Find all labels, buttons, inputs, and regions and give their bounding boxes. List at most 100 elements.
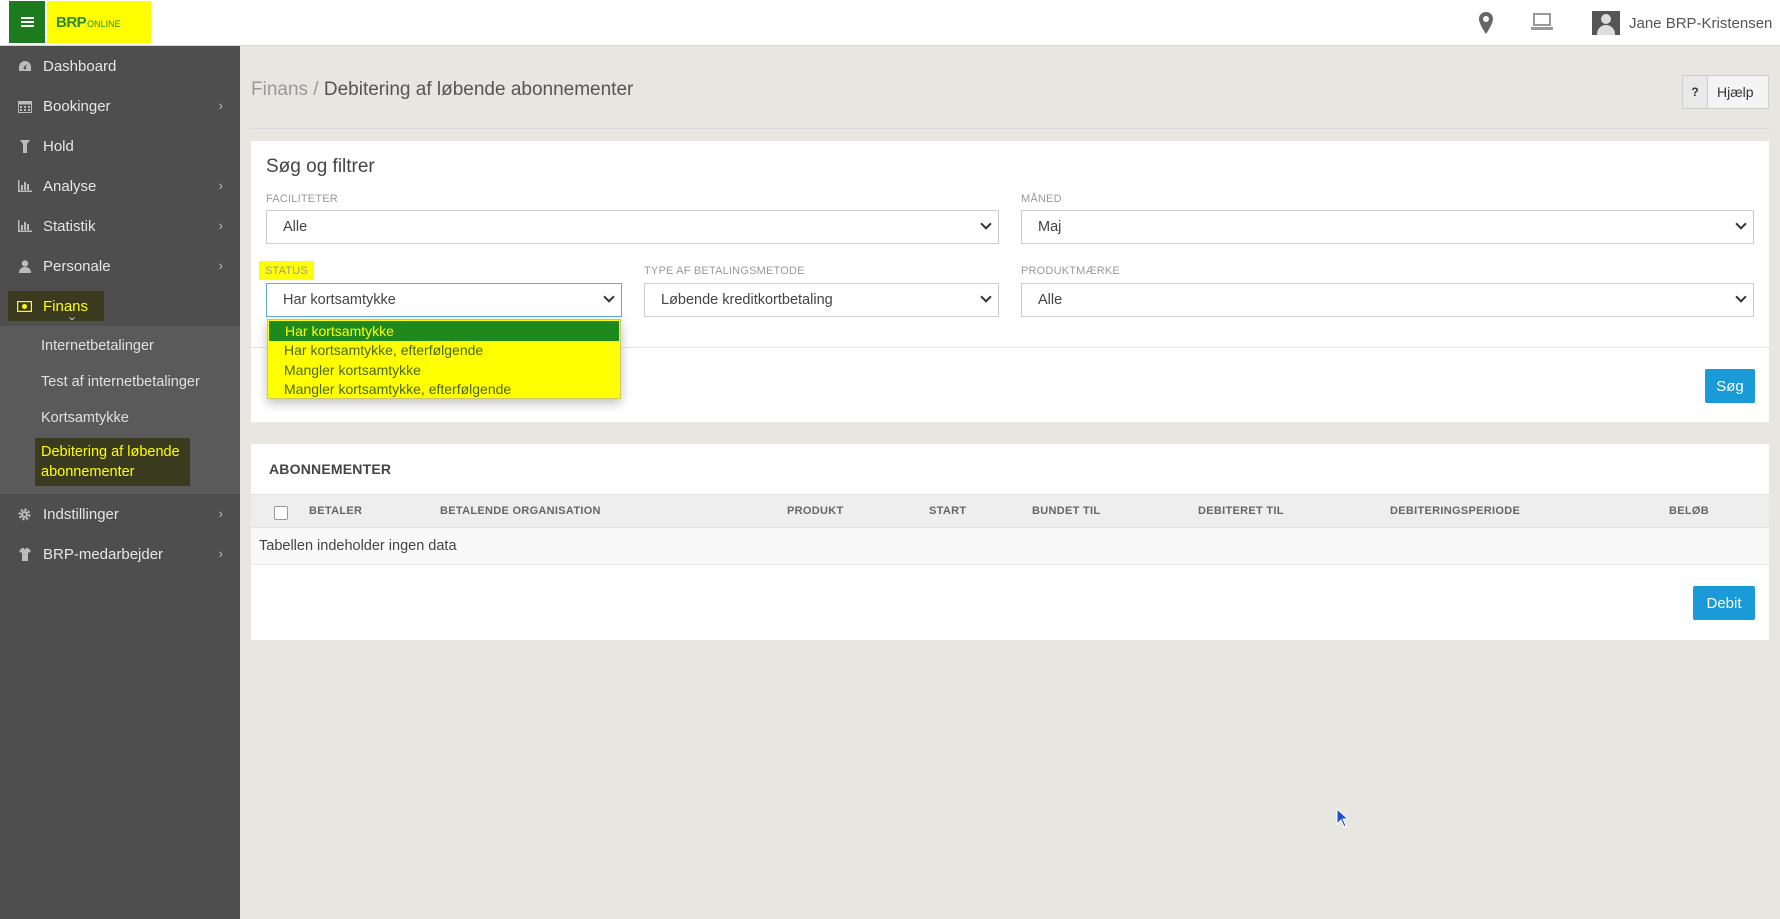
column-header[interactable]: DEBITERET TIL [1198,505,1284,517]
chevron-down-icon [980,218,992,230]
sidebar-item-hold[interactable]: Hold [0,126,240,166]
sidebar-item-label: Dashboard [43,57,117,75]
money-icon [17,300,32,313]
chevron-down-icon: › [65,315,81,321]
page-title: Debitering af løbende abonnementer [323,79,634,100]
logo-sub: ONLINE [87,19,121,29]
sidebar-item-indstillinger[interactable]: Indstillinger › [0,494,240,534]
sidebar-item-bookinger[interactable]: Bookinger › [0,86,240,126]
produktmaerke-select[interactable]: Alle [1021,283,1754,317]
sidebar-item-label: Indstillinger [43,505,119,523]
betalingsmetode-select[interactable]: Løbende kreditkortbetaling [644,283,999,317]
breadcrumb-parent[interactable]: Finans [251,79,308,100]
table-header: BETALER BETALENDE ORGANISATION PRODUKT S… [251,494,1769,528]
submenu-item-kortsamtykke[interactable]: Kortsamtykke [0,400,240,436]
status-option[interactable]: Har kortsamtykke, efterfølgende [268,341,620,361]
calendar-icon [17,100,32,113]
hold-icon [17,139,32,153]
hamburger-icon [20,17,34,27]
maaned-label: MÅNED [1021,193,1062,205]
maaned-select[interactable]: Maj [1021,210,1754,244]
chevron-right-icon: › [218,218,223,233]
sidebar-item-label: Analyse [43,177,97,195]
submenu-item-label: Debitering af løbende abonnementer [35,438,190,486]
submenu-item-debitering[interactable]: Debitering af løbende abonnementer [0,436,240,488]
submenu-item-test-internetbetalinger[interactable]: Test af internetbetalinger [0,364,240,400]
chevron-right-icon: › [218,258,223,273]
sidebar-item-personale[interactable]: Personale › [0,246,240,286]
finans-submenu: Internetbetalinger Test af internetbetal… [0,326,240,494]
sidebar-item-analyse[interactable]: Analyse › [0,166,240,206]
column-header[interactable]: BETALER [309,505,362,517]
column-header[interactable]: BETALENDE ORGANISATION [440,505,601,517]
maaned-value: Maj [1038,219,1062,235]
avatar [1592,11,1620,35]
produktmaerke-label: PRODUKTMÆRKE [1021,265,1120,277]
status-label: STATUS [259,261,314,280]
submenu-item-internetbetalinger[interactable]: Internetbetalinger [0,328,240,364]
help-icon: ? [1683,76,1708,108]
sidebar-item-brp-medarbejder[interactable]: BRP-medarbejder › [0,534,240,574]
menu-toggle-button[interactable] [9,1,45,43]
betalingsmetode-label: TYPE AF BETALINGSMETODE [644,265,805,277]
column-header[interactable]: START [929,505,966,517]
gear-icon [17,508,32,521]
top-bar: BRP ONLINE Jane BRP-Kristensen [0,0,1780,46]
search-button[interactable]: Søg [1705,369,1755,403]
shirt-icon [17,547,32,561]
sidebar: Dashboard Bookinger › Hold Analyse › Sta… [0,46,240,919]
bar-chart-icon [17,220,32,233]
produktmaerke-value: Alle [1038,292,1063,308]
status-dropdown-list: Har kortsamtykke Har kortsamtykke, efter… [267,319,621,399]
sidebar-item-label: Finans [43,297,89,315]
location-pin-icon[interactable] [1479,12,1493,34]
chevron-down-icon [980,291,992,303]
chevron-down-icon [1735,218,1747,230]
column-header[interactable]: PRODUKT [787,505,844,517]
chevron-right-icon: › [218,98,223,113]
help-label: Hjælp [1717,84,1754,100]
column-header[interactable]: BELØB [1669,505,1709,517]
chevron-right-icon: › [218,506,223,521]
table-title: ABONNEMENTER [269,461,392,477]
status-option[interactable]: Mangler kortsamtykke [268,360,620,380]
chevron-down-icon [1735,291,1747,303]
chevron-right-icon: › [218,178,223,193]
monitor-icon[interactable] [1531,12,1553,32]
sidebar-item-statistik[interactable]: Statistik › [0,206,240,246]
logo-main: BRP [56,13,87,31]
empty-table-message: Tabellen indeholder ingen data [251,528,1769,565]
user-name: Jane BRP-Kristensen [1629,14,1773,32]
status-option[interactable]: Mangler kortsamtykke, efterfølgende [268,380,620,400]
debit-button[interactable]: Debit [1693,586,1755,620]
user-menu[interactable]: Jane BRP-Kristensen [1592,11,1772,35]
faciliteter-label: FACILITETER [266,193,338,205]
betalingsmetode-value: Løbende kreditkortbetaling [661,292,833,308]
sidebar-item-dashboard[interactable]: Dashboard [0,46,240,86]
status-value: Har kortsamtykke [283,292,396,308]
select-all-checkbox[interactable] [274,506,288,520]
sidebar-item-finans[interactable]: Finans › [0,286,240,326]
chevron-right-icon: › [218,546,223,561]
subscriptions-panel: ABONNEMENTER BETALER BETALENDE ORGANISAT… [251,444,1769,640]
sidebar-item-label: Statistik [43,217,96,235]
breadcrumb-separator: / [308,79,324,100]
sidebar-item-label: Personale [43,257,111,275]
help-button[interactable]: ? Hjælp [1682,75,1769,109]
bar-chart-icon [17,180,32,193]
status-select[interactable]: Har kortsamtykke [266,283,622,317]
mouse-cursor-icon [1336,808,1348,828]
faciliteter-select[interactable]: Alle [266,210,999,244]
column-header[interactable]: BUNDET TIL [1032,505,1100,517]
breadcrumb: Finans / Debitering af løbende abonnemen… [251,79,633,101]
divider [251,128,1769,129]
sidebar-item-label: Hold [43,137,74,155]
column-header[interactable]: DEBITERINGSPERIODE [1390,505,1520,517]
status-option[interactable]: Har kortsamtykke [269,321,619,341]
dashboard-icon [17,60,32,73]
chevron-down-icon [603,291,615,303]
brp-logo[interactable]: BRP ONLINE [47,1,151,43]
sidebar-item-label: BRP-medarbejder [43,545,164,563]
person-icon [17,259,32,273]
filter-title: Søg og filtrer [266,156,375,177]
